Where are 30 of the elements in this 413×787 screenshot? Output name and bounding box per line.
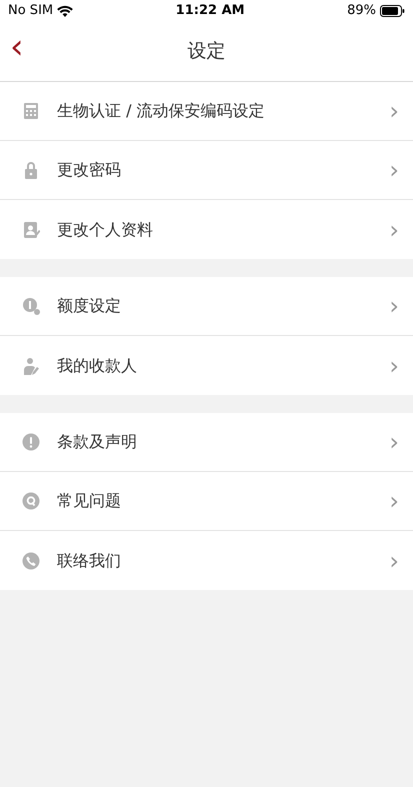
chevron-icon: › <box>389 430 399 454</box>
chevron-icon: › <box>389 99 399 123</box>
battery-percent: 89% <box>347 2 376 20</box>
row-label: 条款及声明 <box>57 431 138 453</box>
chevron-icon: › <box>389 218 399 242</box>
row-label: 常见问题 <box>57 490 122 512</box>
battery-icon <box>380 4 405 17</box>
carrier-label: No SIM <box>8 2 54 20</box>
exclamation-icon <box>22 433 40 451</box>
chevron-icon: › <box>389 548 399 572</box>
row-label: 联络我们 <box>57 550 122 572</box>
row-label: 生物认证 / 流动保安编码设定 <box>57 100 266 122</box>
page-title: 设定 <box>188 39 226 64</box>
back-button[interactable]: ‹ <box>10 30 24 64</box>
phone-icon <box>22 552 40 570</box>
calculator-icon <box>22 102 40 120</box>
chevron-icon: › <box>389 158 399 182</box>
wifi-icon <box>57 4 74 17</box>
row-label: 额度设定 <box>57 295 122 317</box>
time-label: 11:22 AM <box>176 2 245 20</box>
person-edit-icon <box>22 356 40 374</box>
chevron-icon: › <box>389 354 399 378</box>
lock-icon <box>22 161 40 179</box>
chevron-icon: › <box>389 294 399 318</box>
row-label: 我的收款人 <box>57 354 138 376</box>
profile-edit-icon <box>22 220 40 238</box>
question-icon <box>22 492 40 510</box>
row-label: 更改密码 <box>57 159 122 181</box>
chevron-icon: › <box>389 489 399 513</box>
row-label: 更改个人资料 <box>57 218 154 240</box>
